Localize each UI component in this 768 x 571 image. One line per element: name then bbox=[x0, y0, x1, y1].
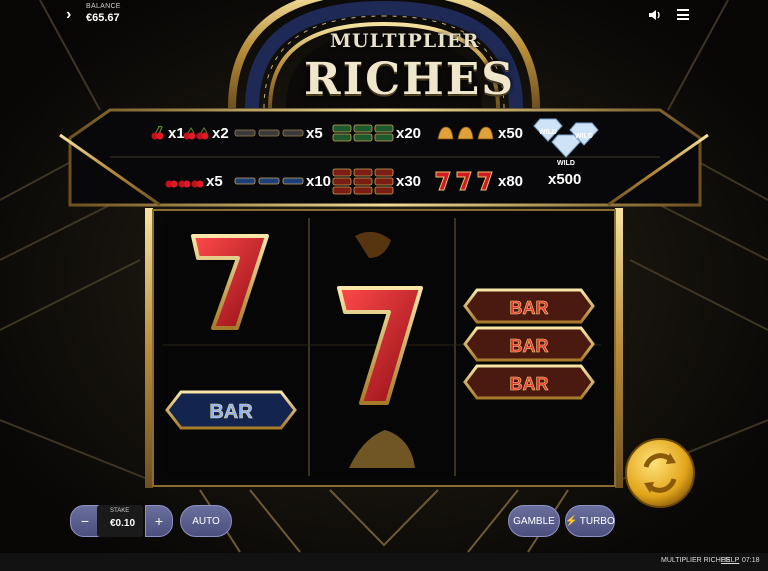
wild-label-2: WILD bbox=[575, 133, 593, 140]
increase-stake-button[interactable]: + bbox=[145, 505, 173, 537]
multiplier: x50 bbox=[498, 124, 524, 142]
auto-button[interactable]: AUTO bbox=[180, 505, 232, 537]
pay-two-cherry: x2 bbox=[182, 113, 229, 153]
reels: BAR BAR BAR BAR bbox=[163, 218, 601, 476]
balance-label: BALANCE bbox=[86, 3, 121, 10]
blue-bar-icon bbox=[234, 177, 304, 185]
turbo-label: TURBO bbox=[579, 515, 615, 527]
pay-one-cherry: x1 bbox=[150, 113, 185, 153]
cherry-icon bbox=[151, 125, 164, 140]
reel1-blue-bar-symbol: BAR bbox=[165, 390, 297, 430]
pay-bell: x50 bbox=[434, 113, 523, 153]
multiplier: x20 bbox=[396, 124, 422, 142]
wild-label-3: WILD bbox=[557, 160, 575, 167]
bar-icon bbox=[234, 129, 304, 137]
footer-bar bbox=[0, 553, 768, 571]
green-bar-icon bbox=[332, 124, 394, 142]
svg-text:BAR: BAR bbox=[510, 374, 549, 394]
pay-green-bar: x20 bbox=[332, 113, 421, 153]
multiplier: x80 bbox=[498, 172, 524, 190]
pay-blue-bar: x10 bbox=[234, 161, 331, 201]
multiplier: x30 bbox=[396, 172, 422, 190]
paytable: x1 x2 x5 x20 x50 x5 x10 x30 x80 WILD WIL… bbox=[120, 113, 650, 201]
pay-seven: x80 bbox=[434, 161, 523, 201]
multiplier: x5 bbox=[206, 172, 223, 190]
decrease-stake-button[interactable]: − bbox=[70, 505, 100, 537]
multiplier: x2 bbox=[212, 124, 229, 142]
reel1-bar-label: BAR bbox=[209, 401, 253, 423]
balance-value: €65.67 bbox=[86, 12, 120, 24]
wild-label-1: WILD bbox=[539, 129, 557, 136]
title-line-2: RICHES bbox=[304, 54, 516, 105]
clock: 07:18 bbox=[742, 557, 760, 564]
pay-three-cherry: x5 bbox=[164, 161, 223, 201]
pay-any-bar: x5 bbox=[234, 113, 323, 153]
top-bar: › BALANCE €65.67 bbox=[0, 0, 768, 30]
wild-diamond-icon: WILD WILD WILD bbox=[533, 118, 599, 167]
cherry-icon bbox=[165, 180, 204, 188]
spin-button[interactable] bbox=[624, 437, 696, 509]
cherry-icon bbox=[183, 127, 209, 140]
gamble-button[interactable]: GAMBLE bbox=[508, 505, 560, 537]
title-line-1: MULTIPLIER bbox=[330, 30, 480, 52]
lightning-icon: ⚡ bbox=[565, 515, 578, 527]
menu-icon[interactable] bbox=[677, 9, 689, 20]
sound-icon[interactable] bbox=[648, 8, 662, 22]
svg-text:BAR: BAR bbox=[510, 298, 549, 318]
stake-label: STAKE bbox=[110, 508, 130, 514]
stake-value: €0.10 bbox=[110, 518, 136, 529]
pay-red-bar: x30 bbox=[332, 161, 421, 201]
multiplier: x10 bbox=[306, 172, 332, 190]
chevron-right-icon[interactable]: › bbox=[66, 6, 71, 24]
multiplier: x5 bbox=[306, 124, 323, 142]
turbo-button[interactable]: ⚡ TURBO bbox=[565, 505, 615, 537]
wild-multiplier: x500 bbox=[548, 171, 582, 188]
footer-game-title: MULTIPLIER RICHES bbox=[661, 557, 731, 564]
svg-text:BAR: BAR bbox=[510, 336, 549, 356]
seven-icon bbox=[435, 171, 493, 191]
red-bar-icon bbox=[332, 168, 394, 194]
bell-icon bbox=[437, 126, 494, 140]
reel3-red-bar-symbols: BAR BAR BAR bbox=[463, 288, 595, 400]
help-link[interactable]: HELP bbox=[721, 557, 739, 564]
